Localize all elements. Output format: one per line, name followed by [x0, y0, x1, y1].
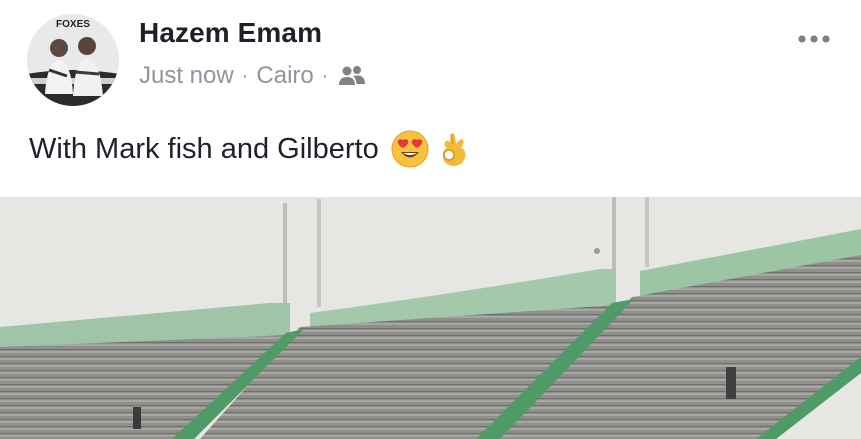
post-meta: Just now · Cairo ·: [139, 62, 366, 90]
post-message: With Mark fish and Gilberto: [29, 132, 379, 165]
friends-icon[interactable]: [338, 65, 366, 87]
light-pole: [317, 199, 321, 307]
post-text: With Mark fish and Gilberto: [29, 130, 473, 168]
heart-eyes-emoji-icon: [391, 130, 429, 168]
light-pole: [283, 203, 287, 311]
light-pole: [645, 197, 649, 267]
post-header: FOXES Hazem Emam Just now · Cairo ·: [0, 0, 861, 120]
avatar[interactable]: FOXES: [27, 14, 119, 106]
meta-separator: ·: [321, 64, 329, 87]
avatar-caption: FOXES: [56, 19, 90, 30]
more-options-button[interactable]: [794, 26, 834, 52]
stand-post: [133, 407, 141, 429]
post-photo[interactable]: [0, 197, 861, 439]
post-location[interactable]: Cairo: [256, 62, 313, 90]
ok-hand-emoji-icon: [435, 130, 473, 168]
author-name[interactable]: Hazem Emam: [139, 17, 322, 49]
light-pole: [612, 197, 616, 277]
stand-post: [726, 367, 736, 399]
more-horizontal-icon: [798, 35, 830, 43]
meta-separator: ·: [241, 64, 249, 87]
post-time[interactable]: Just now: [139, 62, 234, 90]
light-fixture: [594, 248, 600, 254]
